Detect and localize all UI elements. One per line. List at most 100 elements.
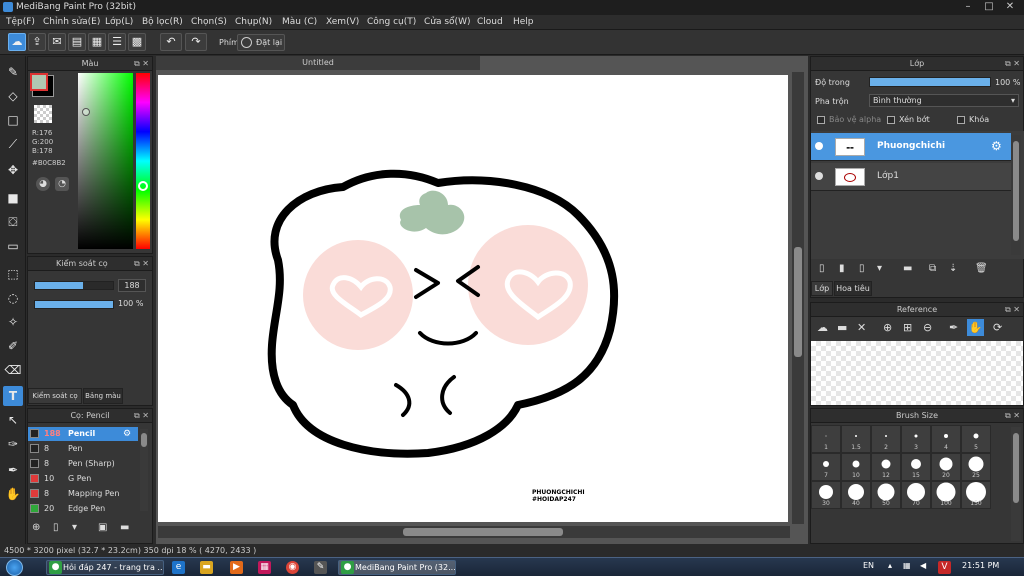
folder-open-icon[interactable]: ▬ xyxy=(837,321,847,334)
close-reference-icon[interactable]: ✕ xyxy=(857,321,866,334)
taskbar-medibang-window[interactable]: ● MediBang Paint Pro (32... xyxy=(338,560,456,575)
brush-size-option[interactable]: 3 xyxy=(901,425,931,453)
eyedropper-icon[interactable]: ✒ xyxy=(949,321,958,334)
palette-add-icon[interactable]: ◔ xyxy=(55,177,69,191)
scroll-thumb[interactable] xyxy=(1013,433,1019,503)
gear-icon[interactable]: ⚙ xyxy=(991,139,1002,153)
hand-tool-icon[interactable]: ✋ xyxy=(3,484,23,504)
layer-row-lop1[interactable]: Lớp1 xyxy=(811,163,1011,191)
undo-icon[interactable]: ↶ xyxy=(160,33,182,51)
close-button[interactable]: ✕ xyxy=(1000,1,1020,14)
menu-capture[interactable]: Chụp(N) xyxy=(235,17,272,27)
document-icon[interactable]: ▤ xyxy=(68,33,86,51)
brush-size-option[interactable]: 30 xyxy=(811,481,841,509)
divide-tool-icon[interactable]: ✑ xyxy=(3,434,23,454)
fill-rect-tool-icon[interactable]: ■ xyxy=(3,188,23,208)
merge-layer-icon[interactable]: ⇣ xyxy=(949,263,957,274)
canvas-horizontal-scrollbar[interactable] xyxy=(158,526,790,538)
gear-icon[interactable]: ⚙ xyxy=(123,427,131,441)
panel-controls-icon[interactable]: ⧉ ✕ xyxy=(1005,409,1020,423)
panel-controls-icon[interactable]: ⧉ ✕ xyxy=(1005,303,1020,317)
menu-edit[interactable]: Chỉnh sửa(E) xyxy=(43,17,100,27)
list-icon[interactable]: ☰ xyxy=(108,33,126,51)
eyedropper-tool-icon[interactable]: ✒ xyxy=(3,460,23,480)
app-icon[interactable]: ▦ xyxy=(258,561,271,574)
brush-menu-icon[interactable]: ▾ xyxy=(72,522,77,533)
volume-icon[interactable]: ◀ xyxy=(920,561,926,570)
brush-tool-icon[interactable]: ✎ xyxy=(3,62,23,82)
tab-layers[interactable]: Lớp xyxy=(811,281,833,296)
new-8bit-layer-icon[interactable]: ▯ xyxy=(859,263,865,274)
brush-item-edge-pen[interactable]: 20 Edge Pen xyxy=(28,502,138,516)
brush-size-slider[interactable] xyxy=(34,281,114,290)
saturation-value-picker[interactable] xyxy=(78,73,133,249)
menu-file[interactable]: Tệp(F) xyxy=(6,17,35,27)
add-brush-icon[interactable]: ⊕ xyxy=(32,522,40,533)
clip-checkbox[interactable] xyxy=(887,116,895,124)
panel-controls-icon[interactable]: ⧉ ✕ xyxy=(134,409,149,423)
hue-slider[interactable] xyxy=(136,73,150,249)
comment-icon[interactable]: ✉ xyxy=(48,33,66,51)
line-tool-icon[interactable]: ⟋ xyxy=(3,134,23,154)
tab-navigator[interactable]: Hoa tiêu xyxy=(834,281,872,296)
export-icon[interactable]: ⇪ xyxy=(28,33,46,51)
panel-controls-icon[interactable]: ⧉ ✕ xyxy=(134,57,149,71)
brush-opacity-slider[interactable] xyxy=(34,300,114,309)
select-rect-icon[interactable]: ⬚ xyxy=(3,264,23,284)
tab-color-palette[interactable]: Bảng màu xyxy=(83,388,123,404)
brush-size-option[interactable]: 15 xyxy=(901,453,931,481)
tray-expand-icon[interactable]: ▴ xyxy=(888,561,892,570)
lasso-tool-icon[interactable]: ◌ xyxy=(3,288,23,308)
menu-window[interactable]: Cửa sổ(W) xyxy=(424,17,470,27)
folder-icon[interactable]: ▬ xyxy=(903,263,912,274)
brush-settings-icon[interactable]: ▣ xyxy=(98,522,107,533)
bucket-tool-icon[interactable]: ⛋ xyxy=(3,212,23,232)
eraser-tool-icon[interactable]: ◇ xyxy=(3,86,23,106)
layer-menu-icon[interactable]: ▾ xyxy=(877,263,882,274)
cloud-open-icon[interactable]: ☁ xyxy=(817,321,828,334)
panel-controls-icon[interactable]: ⧉ ✕ xyxy=(1005,57,1020,71)
language-indicator[interactable]: EN xyxy=(863,561,874,570)
grid-icon[interactable]: ▩ xyxy=(128,33,146,51)
brush-size-value[interactable]: 188 xyxy=(118,279,146,292)
zoom-in-icon[interactable]: ⊕ xyxy=(883,321,892,334)
zoom-out-icon[interactable]: ⊖ xyxy=(923,321,932,334)
maximize-button[interactable]: □ xyxy=(979,1,999,14)
menu-layer[interactable]: Lớp(L) xyxy=(105,17,133,27)
layer-row-phuongchichi[interactable]: ▬▬ Phuongchichi ⚙ xyxy=(811,133,1011,161)
menu-color[interactable]: Màu (C) xyxy=(282,17,317,27)
brush-size-option[interactable]: 2 xyxy=(871,425,901,453)
brush-item-pencil[interactable]: 188 Pencil ⚙ xyxy=(28,427,138,441)
new-layer-icon[interactable]: ▯ xyxy=(819,263,825,274)
brush-size-option[interactable]: 7 xyxy=(811,453,841,481)
page-icon[interactable]: ▦ xyxy=(88,33,106,51)
brush-item-g-pen[interactable]: 10 G Pen xyxy=(28,472,138,486)
scroll-thumb[interactable] xyxy=(141,433,147,447)
protect-alpha-checkbox[interactable] xyxy=(817,116,825,124)
operation-tool-icon[interactable]: ↖ xyxy=(3,410,23,430)
select-pen-icon[interactable]: ✐ xyxy=(3,336,23,356)
brush-size-scrollbar[interactable] xyxy=(1011,427,1021,541)
document-tab[interactable]: Untitled xyxy=(156,56,480,70)
brush-size-option[interactable]: 25 xyxy=(961,453,991,481)
brush-size-option[interactable]: 1.5 xyxy=(841,425,871,453)
taskbar-browser-window[interactable]: ● Hỏi đáp 247 - trang tra ... xyxy=(46,560,164,575)
canvas-vertical-scrollbar[interactable] xyxy=(792,72,804,524)
select-eraser-icon[interactable]: ⌫ xyxy=(3,360,23,380)
minimize-button[interactable]: – xyxy=(958,1,978,14)
brush-list-scrollbar[interactable] xyxy=(140,429,148,511)
gradient-tool-icon[interactable]: ▭ xyxy=(3,236,23,256)
menu-select[interactable]: Chọn(S) xyxy=(191,17,227,27)
folder-icon[interactable]: ▬ xyxy=(120,522,129,533)
primary-color-swatch[interactable] xyxy=(30,73,48,91)
brush-item-pen[interactable]: 8 Pen xyxy=(28,442,138,456)
brush-size-option[interactable]: 20 xyxy=(931,453,961,481)
clock[interactable]: 21:51 PM xyxy=(962,561,999,570)
menu-help[interactable]: Help xyxy=(513,17,534,27)
brush-size-option[interactable]: 5 xyxy=(961,425,991,453)
redo-icon[interactable]: ↷ xyxy=(185,33,207,51)
lock-checkbox[interactable] xyxy=(957,116,965,124)
brush-size-option[interactable]: 10 xyxy=(841,453,871,481)
reset-button[interactable]: Đặt lại xyxy=(237,34,285,51)
file-explorer-icon[interactable]: ▬ xyxy=(200,561,213,574)
